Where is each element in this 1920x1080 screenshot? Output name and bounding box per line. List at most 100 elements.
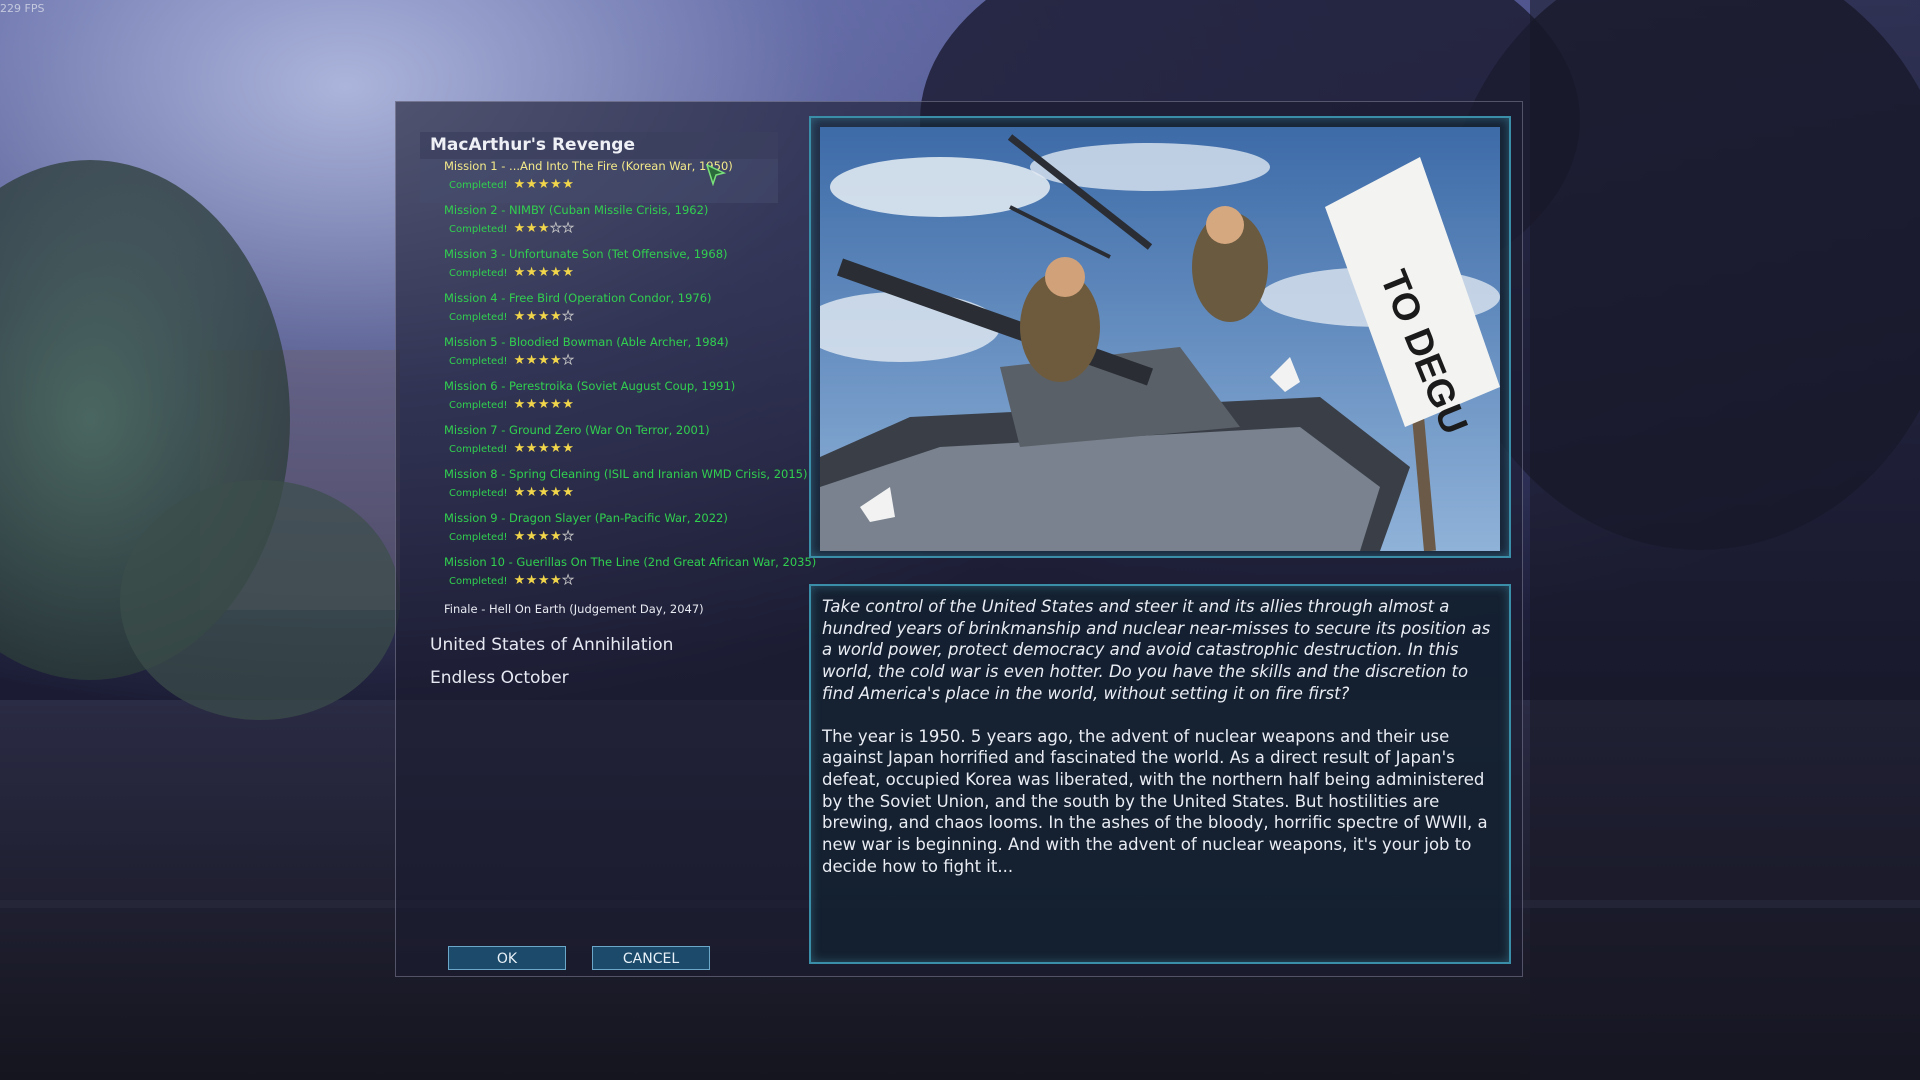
star-icon: ★ [550, 353, 563, 368]
mission-name: Mission 1 - ...And Into The Fire (Korean… [444, 159, 733, 173]
star-icon: ★ [562, 485, 575, 500]
star-icon: ★ [525, 397, 538, 412]
star-rating: ★★★★★ [513, 529, 575, 544]
star-icon: ★ [513, 309, 526, 324]
star-icon: ★ [513, 485, 526, 500]
star-icon: ★ [525, 265, 538, 280]
campaign-list: MacArthur's Revenge Mission 1 - ...And I… [420, 132, 816, 695]
mission-image-panel: TO DEGU [809, 116, 1511, 558]
campaign-endless-october[interactable]: Endless October [420, 662, 780, 695]
star-icon: ★ [537, 353, 551, 368]
star-icon: ★ [525, 353, 538, 368]
star-icon: ★ [550, 221, 563, 236]
star-icon: ★ [537, 573, 551, 588]
campaign-select-dialog: MacArthur's Revenge Mission 1 - ...And I… [395, 101, 1523, 977]
star-rating: ★★★★★ [514, 178, 575, 191]
campaign-united-states-of-annihilation[interactable]: United States of Annihilation [420, 629, 780, 662]
star-icon: ★ [550, 309, 563, 324]
mouse-cursor-icon [706, 164, 726, 186]
mission-name: Mission 9 - Dragon Slayer (Pan-Pacific W… [444, 511, 728, 525]
star-rating: ★★★★★ [513, 309, 575, 324]
star-rating: ★★★★★ [513, 353, 575, 368]
mission-status: Completed! [449, 180, 508, 191]
ok-button[interactable]: OK [448, 946, 566, 970]
star-icon: ★ [537, 221, 551, 236]
mission-item[interactable]: Mission 8 - Spring Cleaning (ISIL and Ir… [420, 467, 808, 511]
star-icon: ★ [525, 441, 538, 456]
star-icon: ★ [562, 221, 575, 236]
star-icon: ★ [550, 441, 563, 456]
star-icon: ★ [525, 573, 538, 588]
star-icon: ★ [525, 221, 538, 236]
mission-item[interactable]: Mission 3 - Unfortunate Son (Tet Offensi… [420, 247, 780, 291]
star-icon: ★ [513, 177, 526, 192]
mission-status: Completed! [449, 532, 508, 543]
mission-name: Mission 5 - Bloodied Bowman (Able Archer… [444, 335, 729, 349]
star-icon: ★ [562, 265, 575, 280]
star-icon: ★ [562, 309, 575, 324]
star-icon: ★ [513, 221, 526, 236]
star-icon: ★ [550, 177, 563, 192]
star-icon: ★ [562, 177, 575, 192]
star-icon: ★ [537, 441, 551, 456]
mission-name: Mission 4 - Free Bird (Operation Condor,… [444, 291, 712, 305]
star-icon: ★ [562, 573, 575, 588]
mission-status: Completed! [449, 224, 508, 235]
star-icon: ★ [513, 529, 526, 544]
mission-status: Completed! [449, 400, 508, 411]
star-rating: ★★★★★ [514, 398, 575, 411]
star-icon: ★ [537, 265, 551, 280]
star-icon: ★ [513, 265, 526, 280]
mission-status: Completed! [449, 576, 508, 587]
star-icon: ★ [562, 397, 575, 412]
mission-status: Completed! [449, 356, 508, 367]
description-panel: Take control of the United States and st… [809, 584, 1511, 964]
star-icon: ★ [562, 529, 575, 544]
mission-item[interactable]: Mission 10 - Guerillas On The Line (2nd … [420, 555, 816, 599]
mission-name: Mission 8 - Spring Cleaning (ISIL and Ir… [444, 467, 808, 481]
star-icon: ★ [562, 353, 575, 368]
finale-mission[interactable]: Finale - Hell On Earth (Judgement Day, 2… [420, 599, 780, 629]
star-icon: ★ [513, 353, 526, 368]
star-icon: ★ [537, 397, 551, 412]
star-icon: ★ [525, 177, 538, 192]
mission-item[interactable]: Mission 9 - Dragon Slayer (Pan-Pacific W… [420, 511, 780, 555]
mission-status: Completed! [449, 268, 508, 279]
star-icon: ★ [550, 573, 563, 588]
mission-item[interactable]: Mission 2 - NIMBY (Cuban Missile Crisis,… [420, 203, 780, 247]
star-rating: ★★★★★ [514, 486, 575, 499]
mission-item[interactable]: Mission 5 - Bloodied Bowman (Able Archer… [420, 335, 780, 379]
star-rating: ★★★★★ [513, 573, 575, 588]
star-icon: ★ [550, 397, 563, 412]
star-icon: ★ [513, 573, 526, 588]
star-icon: ★ [562, 441, 575, 456]
star-icon: ★ [550, 265, 563, 280]
star-icon: ★ [537, 309, 551, 324]
campaign-intro-text: Take control of the United States and st… [822, 597, 1491, 703]
cancel-button[interactable]: CANCEL [592, 946, 710, 970]
mission-status: Completed! [449, 444, 508, 455]
mission-name: Mission 3 - Unfortunate Son (Tet Offensi… [444, 247, 728, 261]
star-icon: ★ [537, 485, 551, 500]
star-icon: ★ [513, 397, 526, 412]
mission-item[interactable]: Mission 4 - Free Bird (Operation Condor,… [420, 291, 780, 335]
mission-name: Mission 2 - NIMBY (Cuban Missile Crisis,… [444, 203, 709, 217]
mission-name: Mission 7 - Ground Zero (War On Terror, … [444, 423, 710, 437]
star-icon: ★ [525, 309, 538, 324]
mission-item[interactable]: Mission 6 - Perestroika (Soviet August C… [420, 379, 780, 423]
mission-item[interactable]: Mission 7 - Ground Zero (War On Terror, … [420, 423, 780, 467]
star-icon: ★ [513, 441, 526, 456]
fps-counter: 229 FPS [0, 2, 45, 15]
mission-status: Completed! [449, 312, 508, 323]
mission-image: TO DEGU [820, 127, 1500, 551]
star-icon: ★ [537, 529, 551, 544]
star-rating: ★★★★★ [514, 266, 575, 279]
star-icon: ★ [550, 485, 563, 500]
star-icon: ★ [550, 529, 563, 544]
mission-name: Mission 6 - Perestroika (Soviet August C… [444, 379, 736, 393]
campaign-title[interactable]: MacArthur's Revenge [420, 132, 778, 159]
mission-list: Mission 1 - ...And Into The Fire (Korean… [420, 159, 816, 599]
star-rating: ★★★★★ [514, 442, 575, 455]
mission-briefing-text: The year is 1950. 5 years ago, the adven… [822, 726, 1488, 876]
star-icon: ★ [525, 529, 538, 544]
